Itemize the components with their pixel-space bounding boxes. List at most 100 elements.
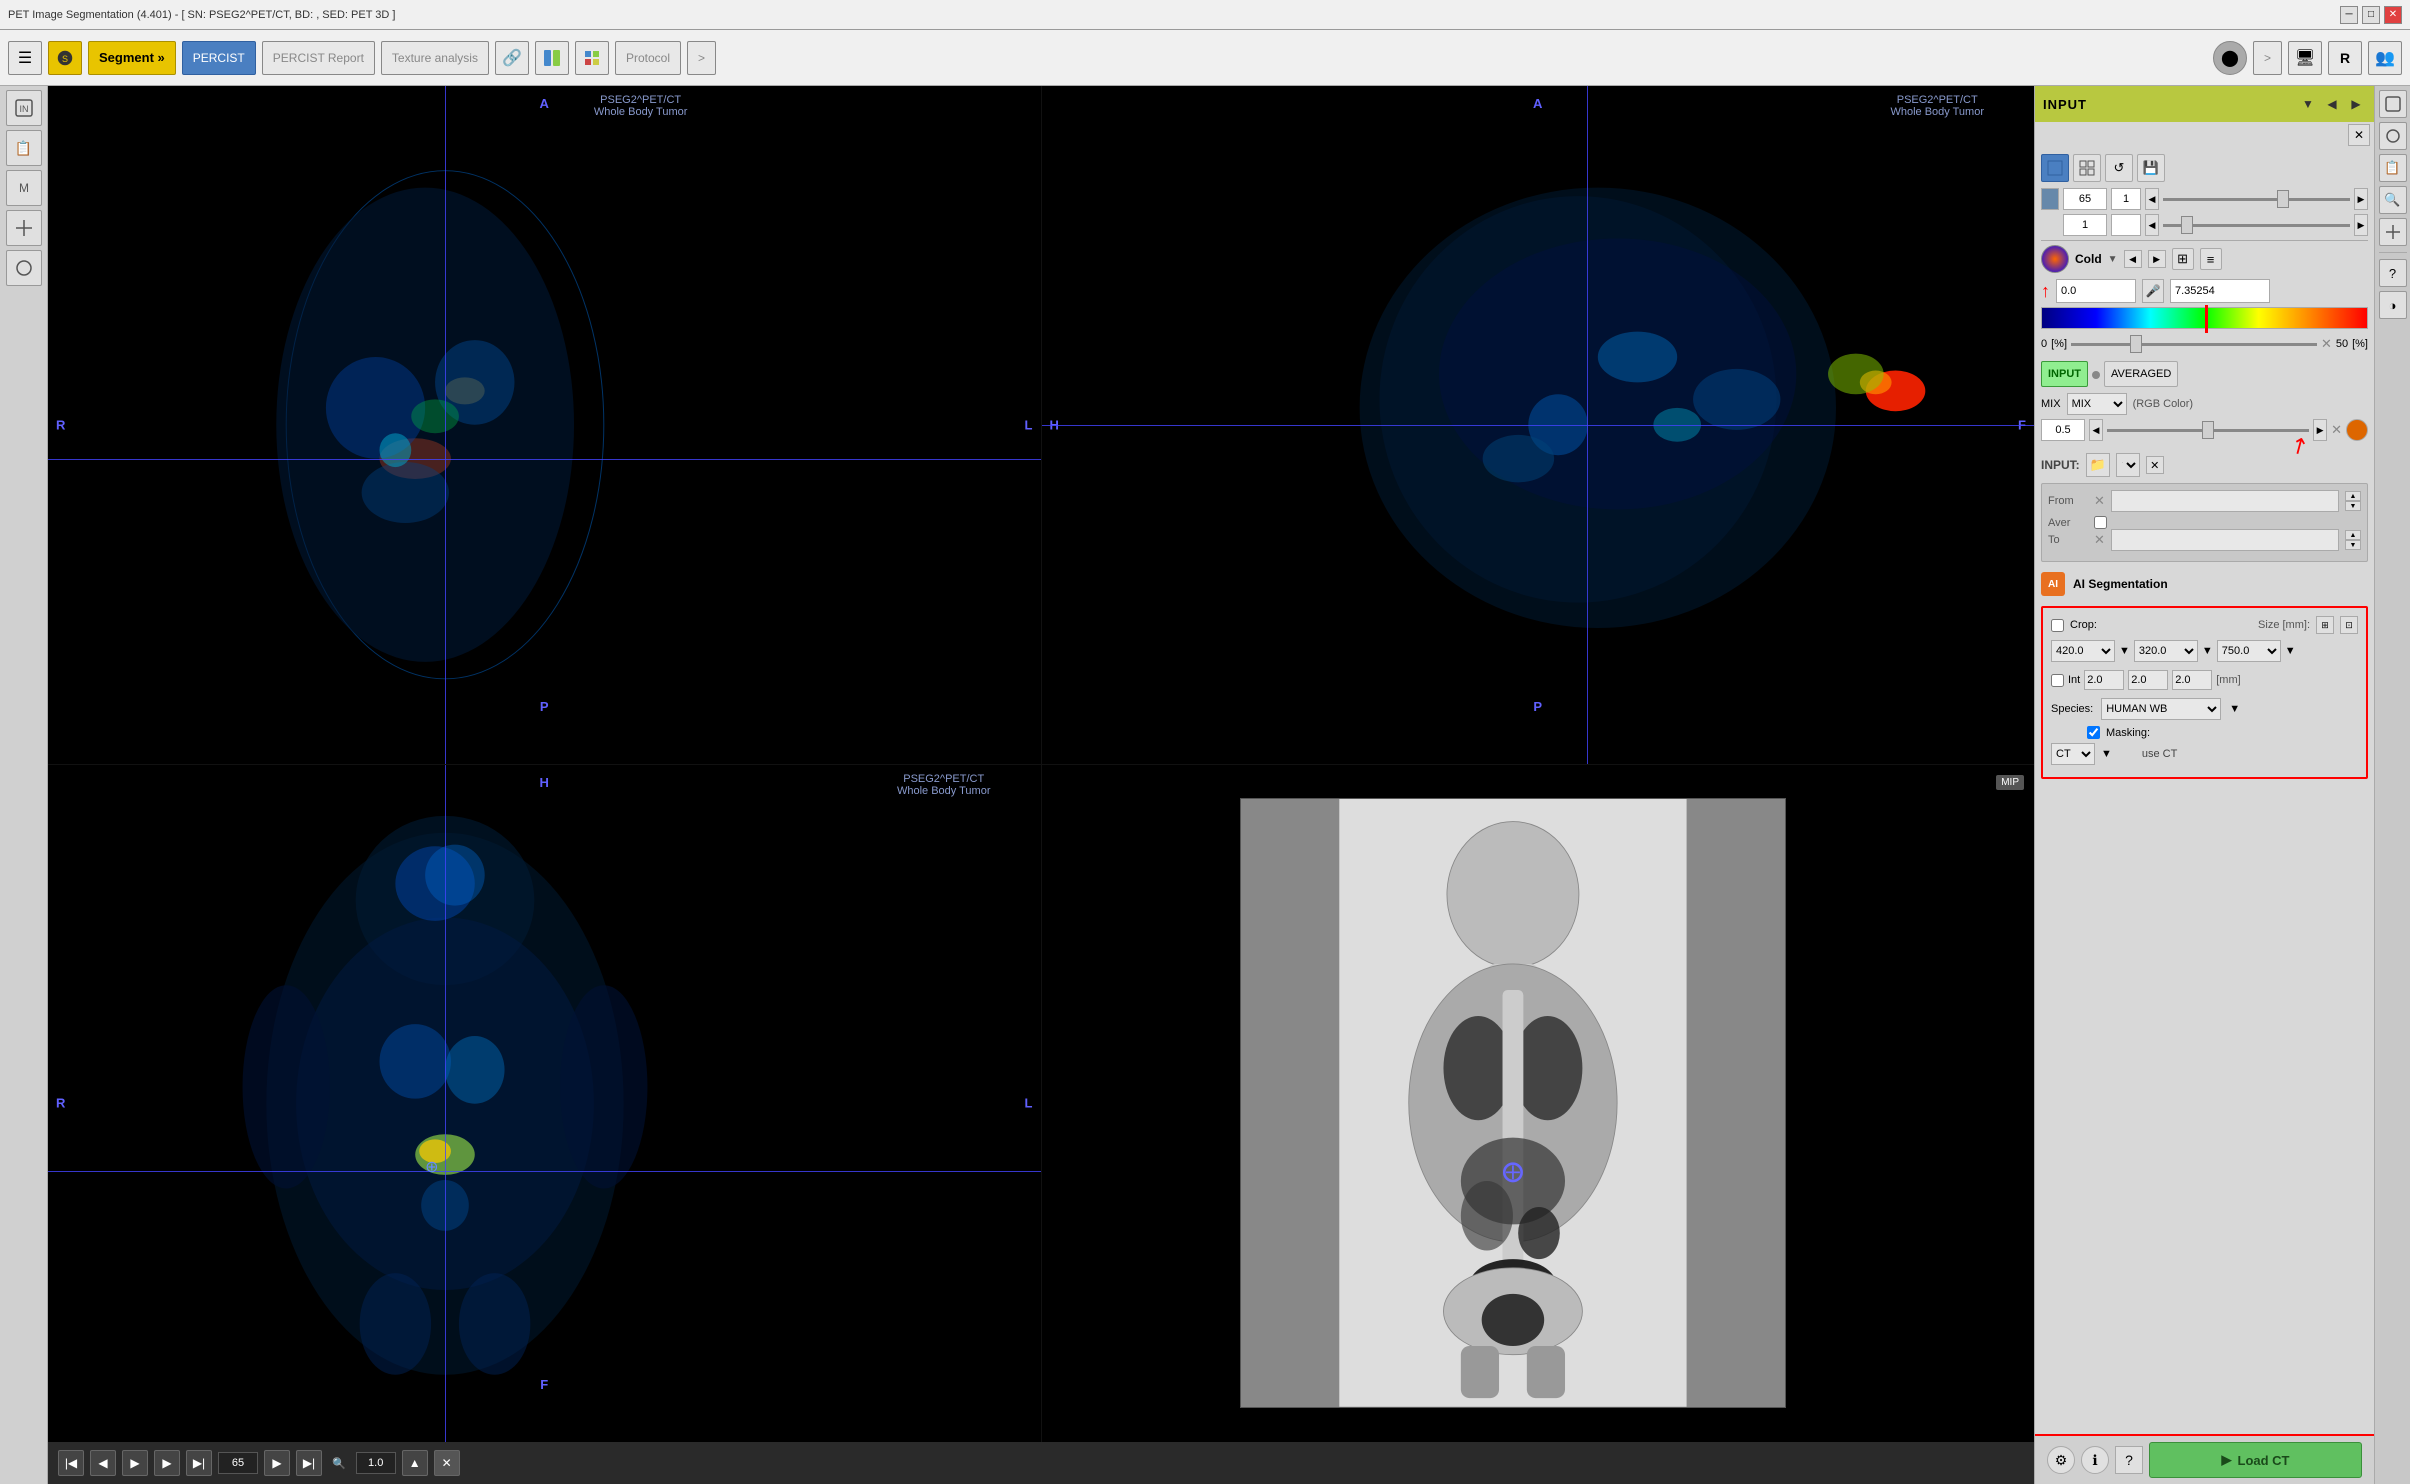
int-checkbox[interactable]	[2051, 674, 2064, 687]
strip-btn-7[interactable]: ◑	[2379, 291, 2407, 319]
protocol-button[interactable]: Protocol	[615, 41, 681, 75]
size-icon-btn[interactable]: ⊞	[2316, 616, 2334, 634]
compare-button[interactable]	[535, 41, 569, 75]
last-frame-button[interactable]: ▶|	[186, 1450, 212, 1476]
val-mic-btn[interactable]: 🎤	[2142, 279, 2164, 303]
play-button[interactable]: ▶	[122, 1450, 148, 1476]
viewport-quad-bottom-left[interactable]: H R L F PSEG2^PET/CT Whole Body Tumor ⊕	[48, 765, 1041, 1443]
colormap-copy-btn[interactable]: ⊞	[2172, 248, 2194, 270]
secondary-slider[interactable]	[2163, 224, 2350, 227]
mix-slider[interactable]	[2107, 429, 2309, 432]
input-close-btn[interactable]: ✕	[2146, 456, 2164, 474]
strip-btn-4[interactable]: 🔍	[2379, 186, 2407, 214]
mix-dropdown[interactable]: MIX ADD MAX	[2067, 393, 2127, 415]
slice-right-btn[interactable]: ▶	[2354, 188, 2368, 210]
bottom-settings-btn[interactable]: ⚙	[2047, 1446, 2075, 1474]
first-frame-button[interactable]: |◀	[58, 1450, 84, 1476]
strip-btn-3[interactable]: 📋	[2379, 154, 2407, 182]
percist-report-button[interactable]: PERCIST Report	[262, 41, 375, 75]
masking-checkbox[interactable]	[2087, 726, 2100, 739]
colormap-dropdown-arrow[interactable]: ▼	[2108, 254, 2118, 265]
averaged-tab-btn[interactable]: AVERAGED	[2104, 361, 2178, 387]
from-down-btn[interactable]: ▼	[2345, 501, 2361, 511]
header-prev-btn[interactable]: ◀	[2322, 94, 2342, 114]
single-view-btn[interactable]	[2041, 154, 2069, 182]
int-input-3[interactable]	[2172, 670, 2212, 690]
hamburger-menu-button[interactable]: ☰	[8, 41, 42, 75]
next-frame-button[interactable]: ▶	[154, 1450, 180, 1476]
rotate-view-btn[interactable]: ↺	[2105, 154, 2133, 182]
pct-clear-btn[interactable]: ✕	[2321, 336, 2332, 352]
int-input-1[interactable]	[2084, 670, 2124, 690]
r-button[interactable]: R	[2328, 41, 2362, 75]
from-clear-btn[interactable]: ✕	[2094, 493, 2105, 509]
link-button[interactable]: 🔗	[495, 41, 529, 75]
last-step-button[interactable]: ▶|	[296, 1450, 322, 1476]
load-ct-button[interactable]: ▶ Load CT	[2149, 1442, 2362, 1478]
percist-button[interactable]: PERCIST	[182, 41, 256, 75]
color-gradient-bar[interactable]	[2041, 307, 2368, 329]
species-dropdown[interactable]: HUMAN WB HUMAN HEAD RAT WB	[2101, 698, 2221, 720]
from-up-btn[interactable]: ▲	[2345, 491, 2361, 501]
monitor-button[interactable]: 🖥	[2288, 41, 2322, 75]
size-lock-btn[interactable]: ⊡	[2340, 616, 2358, 634]
users-button[interactable]: 👥	[2368, 41, 2402, 75]
colormap-reset-btn[interactable]: ≡	[2200, 248, 2222, 270]
colormap-prev-btn[interactable]: ◀	[2124, 250, 2142, 268]
crop-checkbox[interactable]	[2051, 619, 2064, 632]
bottom-help-btn[interactable]: ?	[2115, 1446, 2143, 1474]
quad-view-btn[interactable]	[2073, 154, 2101, 182]
mix-clear-btn[interactable]: ✕	[2331, 422, 2342, 438]
minimize-button[interactable]: ─	[2340, 6, 2358, 24]
save-view-btn[interactable]: 💾	[2137, 154, 2165, 182]
from-input[interactable]	[2111, 490, 2339, 512]
protocol-icon-button[interactable]	[575, 41, 609, 75]
left-btn-4[interactable]	[6, 210, 42, 246]
expand-panel-btn[interactable]: >	[2253, 41, 2282, 75]
slice-left-btn[interactable]: ◀	[2145, 188, 2159, 210]
val-to-input[interactable]	[2170, 279, 2270, 303]
secondary-input-1[interactable]	[2063, 214, 2107, 236]
aver-checkbox[interactable]	[2094, 516, 2107, 529]
slice-input-1[interactable]	[2063, 188, 2107, 210]
input-select[interactable]: ▼	[2116, 453, 2140, 477]
left-btn-5[interactable]	[6, 250, 42, 286]
header-dropdown-btn[interactable]: ▼	[2298, 94, 2318, 114]
slice-slider[interactable]	[2163, 198, 2350, 201]
header-next-btn[interactable]: ▶	[2346, 94, 2366, 114]
left-btn-1[interactable]: IN	[6, 90, 42, 126]
prev-frame-button[interactable]: ◀	[90, 1450, 116, 1476]
colormap-next-btn[interactable]: ▶	[2148, 250, 2166, 268]
input-tab-btn[interactable]: INPUT	[2041, 361, 2088, 387]
mix-color-btn[interactable]	[2346, 419, 2368, 441]
zoom-down-button[interactable]: ✕	[434, 1450, 460, 1476]
dim-2-select[interactable]: 320.0	[2134, 640, 2198, 662]
maximize-button[interactable]: □	[2362, 6, 2380, 24]
to-up-btn[interactable]: ▲	[2345, 530, 2361, 540]
texture-analysis-button[interactable]: Texture analysis	[381, 41, 489, 75]
left-btn-3[interactable]: M	[6, 170, 42, 206]
to-input[interactable]	[2111, 529, 2339, 551]
frame-number-input[interactable]	[218, 1452, 258, 1474]
panel-close-button[interactable]: ✕	[2348, 124, 2370, 146]
strip-btn-2[interactable]	[2379, 122, 2407, 150]
val-from-input[interactable]	[2056, 279, 2136, 303]
logo-button[interactable]: S	[48, 41, 82, 75]
input-folder-btn[interactable]: 📁	[2086, 453, 2110, 477]
zoom-input[interactable]	[356, 1452, 396, 1474]
next-step-button[interactable]: ▶	[264, 1450, 290, 1476]
to-down-btn[interactable]: ▼	[2345, 540, 2361, 550]
mix-value-input[interactable]	[2041, 419, 2085, 441]
secondary-right-btn[interactable]: ▶	[2354, 214, 2368, 236]
secondary-left-btn[interactable]: ◀	[2145, 214, 2159, 236]
bottom-info-btn[interactable]: ℹ	[2081, 1446, 2109, 1474]
zoom-up-button[interactable]: ▲	[402, 1450, 428, 1476]
pct-slider[interactable]	[2071, 343, 2317, 346]
strip-btn-1[interactable]	[2379, 90, 2407, 118]
left-btn-2[interactable]: 📋	[6, 130, 42, 166]
strip-btn-5[interactable]	[2379, 218, 2407, 246]
mix-left-btn[interactable]: ◀	[2089, 419, 2103, 441]
expand-button[interactable]: >	[687, 41, 716, 75]
mix-right-btn[interactable]: ▶	[2313, 419, 2327, 441]
to-clear-btn[interactable]: ✕	[2094, 532, 2105, 548]
